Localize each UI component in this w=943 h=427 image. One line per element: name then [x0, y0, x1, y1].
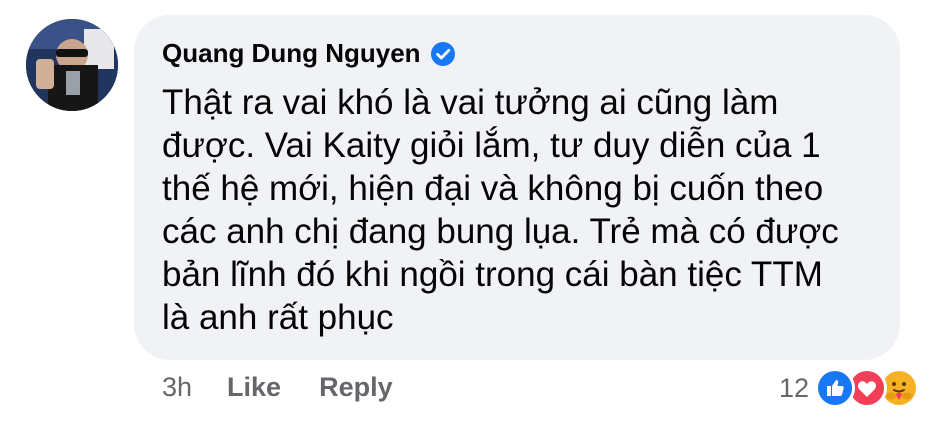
comment-line: là anh rất phục [162, 298, 394, 337]
author-name[interactable]: Quang Dung Nguyen [162, 38, 421, 69]
comment-actions: 3h Like Reply [162, 372, 393, 403]
comment-line: Thật ra vai khó là vai tưởng ai cũng làm [162, 83, 779, 122]
comment-author[interactable]: Quang Dung Nguyen [162, 38, 456, 69]
reply-button[interactable]: Reply [319, 372, 393, 403]
comment-line: được. Vai Kaity giỏi lắm, tư duy diễn củ… [162, 126, 821, 165]
comment-line: bản lĩnh đó khi ngồi trong cái bàn tiệc … [162, 255, 823, 294]
avatar-image [26, 19, 118, 111]
comment-timestamp[interactable]: 3h [162, 372, 192, 403]
avatar[interactable] [26, 19, 118, 111]
like-reaction-icon [815, 368, 855, 408]
verified-badge-icon [430, 41, 456, 67]
comment-text: Thật ra vai khó là vai tưởng ai cũng làm… [162, 81, 882, 339]
like-button[interactable]: Like [227, 372, 281, 403]
comment-line: thế hệ mới, hiện đại và không bị cuốn th… [162, 169, 824, 208]
reactions-summary[interactable]: 12 [779, 368, 919, 408]
comment-line: các anh chị đang bung lụa. Trẻ mà có đượ… [162, 212, 839, 251]
reaction-count[interactable]: 12 [779, 373, 809, 404]
